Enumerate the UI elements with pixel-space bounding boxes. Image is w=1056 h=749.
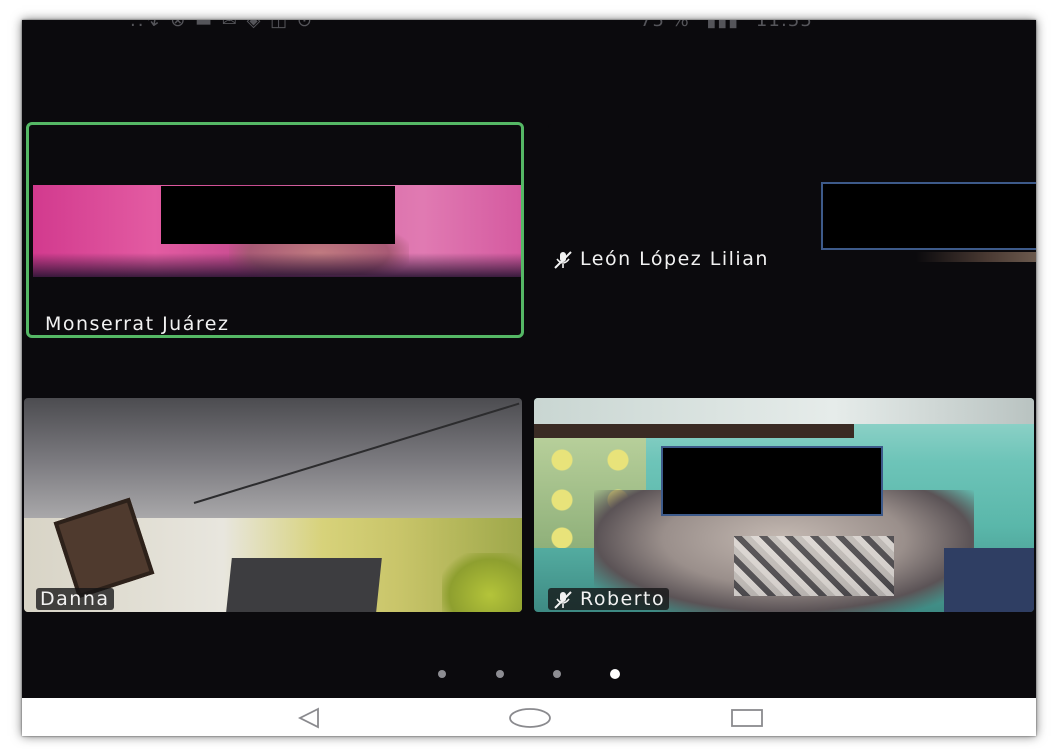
muted-mic-icon [554, 250, 572, 269]
battery-percent: 75 % [640, 20, 690, 31]
participant-name: Roberto [580, 588, 666, 610]
participant-video-detail [442, 553, 522, 612]
navigation-bar [22, 698, 1036, 736]
page-indicator[interactable] [22, 669, 1036, 682]
participant-name-row: Roberto [548, 588, 670, 610]
muted-mic-icon [554, 590, 572, 609]
page-dot[interactable] [496, 670, 504, 678]
home-icon[interactable] [505, 706, 555, 730]
participant-name: Monserrat Juárez [45, 313, 230, 335]
redaction-box [161, 186, 395, 244]
participant-video-detail [944, 548, 1034, 612]
participant-video-detail [226, 558, 382, 612]
page-dot-active[interactable] [610, 669, 620, 679]
battery-icon: ▮▮▮ [706, 20, 740, 31]
back-icon[interactable] [284, 706, 334, 730]
page-dot[interactable] [553, 670, 561, 678]
participant-name: León López Lilian [580, 248, 769, 270]
redaction-box [821, 182, 1036, 250]
status-icons: ..↯ ⊗ ▬ ✉ ◈ ◫ ⊙ [130, 20, 314, 31]
status-bar: ..↯ ⊗ ▬ ✉ ◈ ◫ ⊙ 75 % ▮▮▮ 11:55 [22, 20, 1036, 34]
participant-video-detail [33, 253, 521, 277]
participant-video [916, 252, 1036, 262]
meeting-screen: ..↯ ⊗ ▬ ✉ ◈ ◫ ⊙ 75 % ▮▮▮ 11:55 Monserrat… [22, 20, 1036, 736]
participant-video-detail [534, 398, 1034, 424]
participant-tile-danna[interactable]: Danna [24, 398, 522, 612]
redaction-box [661, 446, 883, 516]
clock: 11:55 [755, 20, 813, 31]
participant-video-detail [734, 536, 894, 596]
participant-video-detail [534, 424, 854, 438]
recents-icon[interactable] [722, 706, 772, 730]
status-right: 75 % ▮▮▮ 11:55 [640, 20, 823, 31]
participant-name: Danna [36, 588, 114, 610]
page-dot[interactable] [438, 670, 446, 678]
participant-name-row: León López Lilian [552, 248, 769, 270]
participant-video-detail [193, 402, 520, 504]
